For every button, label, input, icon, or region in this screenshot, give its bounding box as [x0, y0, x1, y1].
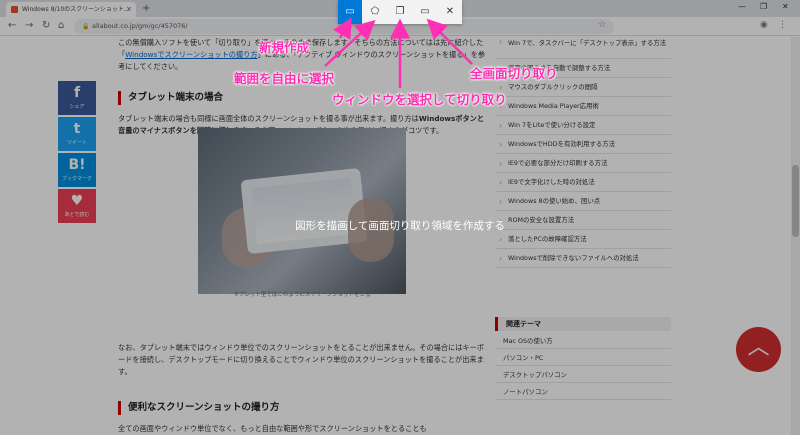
annotation-rect: 新規作成 [259, 40, 310, 55]
annotation-window: ウィンドウを選択して切り取り [332, 92, 507, 107]
arrow-freeform [324, 19, 376, 67]
arrow-fullscreen [426, 18, 473, 65]
annotation-arrows [324, 17, 473, 88]
annotation-fullscreen: 全画面切り取り [470, 66, 558, 81]
annotation-freeform: 範囲を自由に選択 [234, 71, 335, 86]
arrow-rect [333, 17, 352, 40]
